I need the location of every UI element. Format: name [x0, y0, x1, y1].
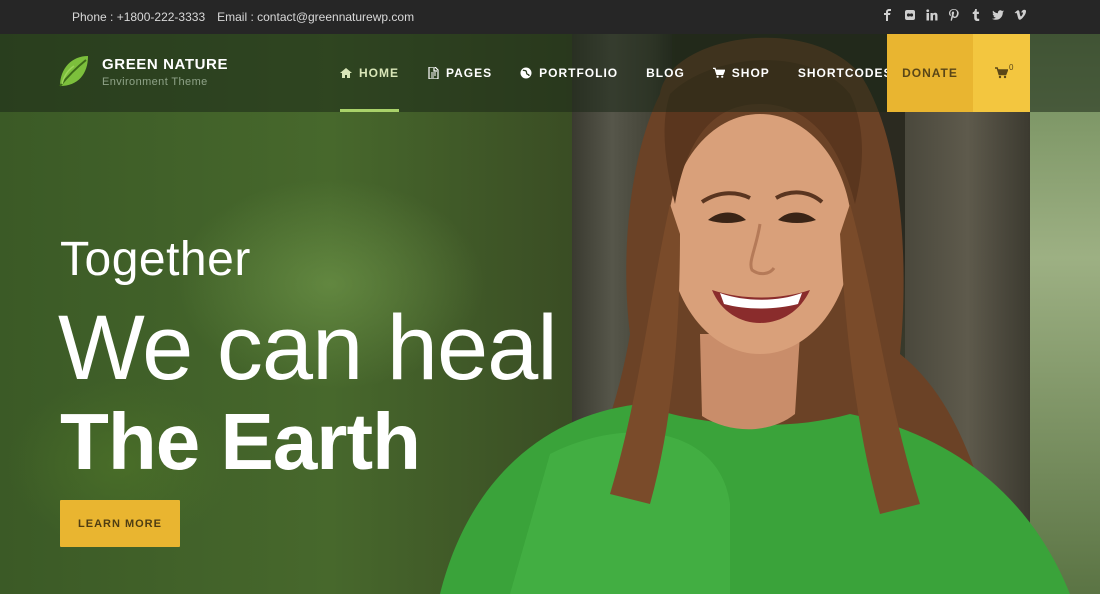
donate-button[interactable]: DONATE: [887, 34, 973, 112]
main-nav: HOME PAGES PORTFOLIO BLOG SHOP SHORTCODE…: [340, 34, 921, 112]
nav-label-shortcodes: SHORTCODES: [797, 66, 893, 80]
logo-name: GREEN NATURE: [102, 56, 229, 73]
nav-label-shop: SHOP: [731, 66, 770, 80]
hero-line-heal: We can heal: [58, 297, 558, 399]
home-icon: [340, 68, 352, 78]
main-header: GREEN NATURE Environment Theme HOME PAGE…: [0, 34, 1100, 112]
document-icon: [428, 67, 439, 79]
site-logo[interactable]: GREEN NATURE Environment Theme: [58, 54, 228, 90]
logo-tagline: Environment Theme: [102, 76, 208, 88]
logo-text: GREEN NATURE Environment Theme: [102, 56, 228, 88]
cart-button[interactable]: 0: [973, 34, 1030, 112]
nav-item-blog[interactable]: BLOG: [646, 34, 685, 112]
cart-icon: [712, 67, 725, 78]
nav-label-pages: PAGES: [446, 66, 493, 80]
tumblr-icon[interactable]: [970, 9, 982, 23]
hero-line-earth: The Earth: [60, 397, 421, 486]
phone-text: Phone : +1800-222-3333: [72, 10, 206, 24]
cart-count-badge: 0: [1009, 63, 1014, 72]
flickr-icon[interactable]: [904, 9, 916, 23]
nav-item-shop[interactable]: SHOP: [712, 34, 770, 112]
nav-label-home: HOME: [359, 66, 399, 80]
nav-label-portfolio: PORTFOLIO: [539, 66, 619, 80]
nav-item-pages[interactable]: PAGES: [427, 34, 492, 112]
globe-icon: [520, 67, 532, 79]
cart-icon: [995, 67, 1008, 79]
nav-item-portfolio[interactable]: PORTFOLIO: [520, 34, 618, 112]
linkedin-icon[interactable]: [926, 9, 938, 23]
nav-item-shortcodes[interactable]: SHORTCODES: [798, 34, 893, 112]
hero-line-together: Together: [60, 233, 251, 286]
nav-label-blog: BLOG: [646, 66, 685, 80]
pinterest-icon[interactable]: [948, 9, 960, 23]
social-links: [882, 9, 1027, 23]
vimeo-icon[interactable]: [1014, 9, 1027, 23]
contact-info: Phone : +1800-222-3333 Email : contact@g…: [72, 10, 414, 24]
learn-more-button[interactable]: LEARN MORE: [60, 500, 180, 547]
nav-item-home[interactable]: HOME: [340, 34, 399, 112]
email-text[interactable]: Email : contact@greennaturewp.com: [217, 10, 414, 24]
top-info-bar: Phone : +1800-222-3333 Email : contact@g…: [0, 0, 1100, 34]
facebook-icon[interactable]: [882, 9, 894, 23]
leaf-logo-icon: [59, 56, 88, 87]
twitter-icon[interactable]: [992, 9, 1004, 23]
